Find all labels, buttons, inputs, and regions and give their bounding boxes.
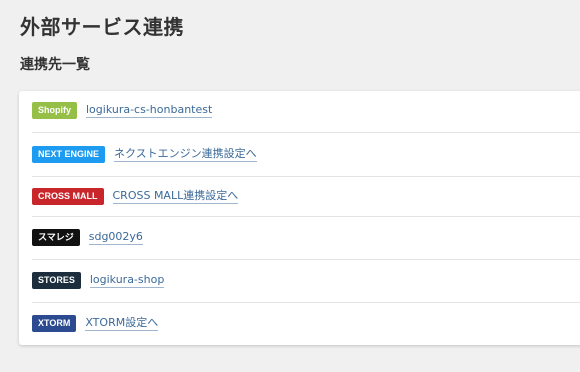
smaregi-link[interactable]: sdg002y6 [88, 230, 143, 245]
page-title: 外部サービス連携 [20, 15, 184, 39]
smaregi-badge: スマレジ [32, 229, 80, 246]
stores-badge: STORES [32, 272, 81, 289]
integration-row-xtorm: XTORM XTORM設定へ [19, 315, 580, 332]
divider [32, 302, 580, 303]
next-engine-link[interactable]: ネクストエンジン連携設定へ [114, 147, 257, 162]
cross-mall-link[interactable]: CROSS MALL連携設定へ [112, 189, 239, 204]
integration-row-cross-mall: CROSS MALL CROSS MALL連携設定へ [19, 188, 580, 205]
page: 外部サービス連携 連携先一覧 Shopify logikura-cs-honba… [0, 0, 580, 372]
integration-row-smaregi: スマレジ sdg002y6 [19, 229, 580, 246]
next-engine-badge: NEXT ENGINE [32, 146, 106, 163]
divider [32, 132, 580, 133]
divider [32, 259, 580, 260]
integration-row-shopify: Shopify logikura-cs-honbantest [19, 102, 580, 119]
xtorm-badge: XTORM [32, 315, 77, 332]
section-title: 連携先一覧 [20, 57, 90, 73]
shopify-link[interactable]: logikura-cs-honbantest [86, 103, 213, 118]
integration-row-next-engine: NEXT ENGINE ネクストエンジン連携設定へ [19, 146, 580, 163]
shopify-badge: Shopify [32, 102, 77, 119]
xtorm-link[interactable]: XTORM設定へ [85, 316, 159, 331]
divider [32, 176, 580, 177]
stores-link[interactable]: logikura-shop [89, 273, 165, 288]
integration-list-card: Shopify logikura-cs-honbantest NEXT ENGI… [19, 91, 580, 345]
integration-row-stores: STORES logikura-shop [19, 272, 580, 289]
cross-mall-badge: CROSS MALL [32, 188, 104, 205]
divider [32, 216, 580, 217]
